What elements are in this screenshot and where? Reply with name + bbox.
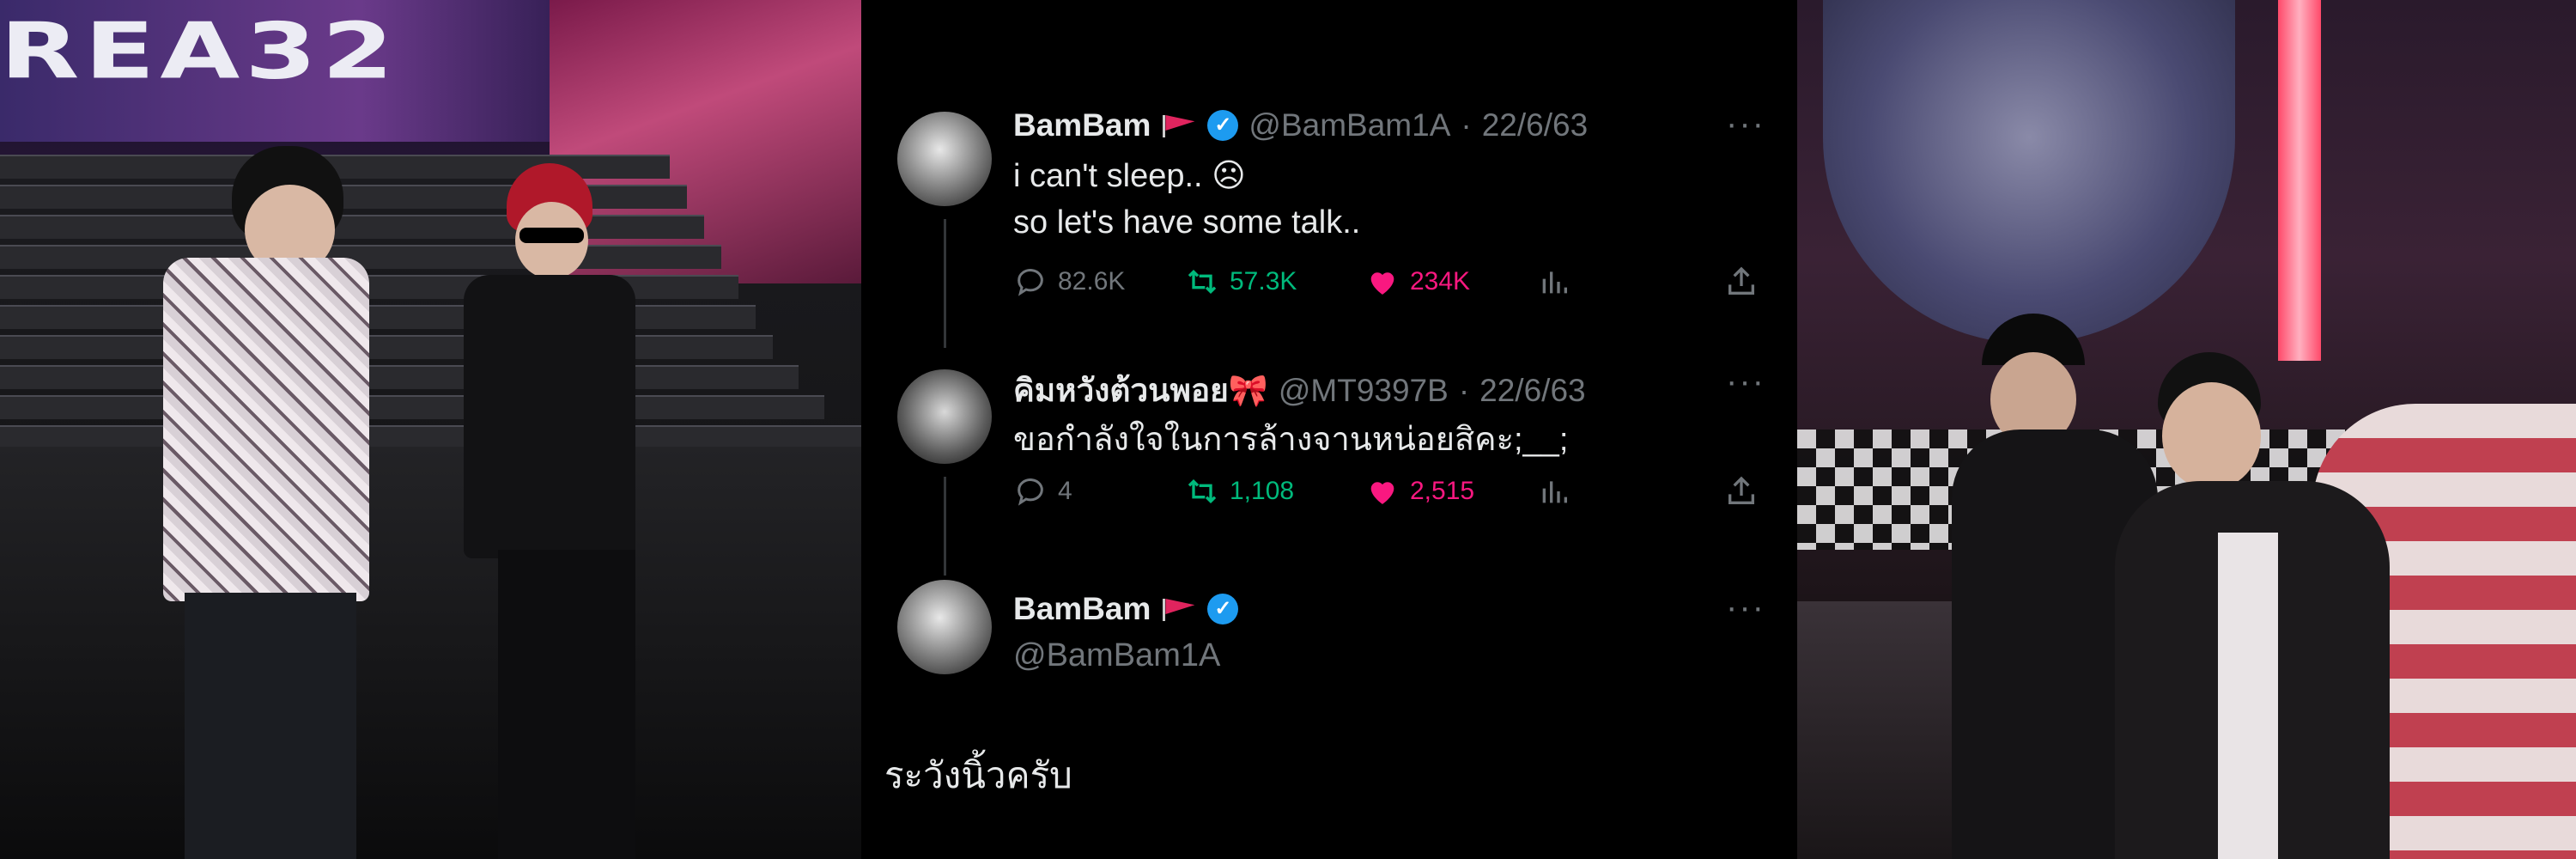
stage-step [0, 425, 861, 449]
tweet-header: คิมหวังต้วนพอย🎀 @MT9397B · 22/6/63 [1013, 365, 1586, 416]
tweet-text: i can't sleep.. ☹ so let's have some tal… [1013, 158, 1361, 241]
like-button[interactable]: 234K [1365, 265, 1470, 299]
bar-chart-icon [1542, 481, 1567, 503]
tweet-header: BamBam ✓ @BamBam1A · 22/6/63 [1013, 107, 1588, 143]
more-icon[interactable]: ··· [1726, 588, 1765, 627]
views-button[interactable] [1537, 474, 1571, 509]
heart-icon [1370, 272, 1394, 295]
stage-step [0, 365, 799, 389]
thread-connector [944, 219, 946, 348]
separator: · [1461, 107, 1472, 143]
handle[interactable]: @BamBam1A [1249, 107, 1450, 143]
white-shirt [2218, 533, 2278, 859]
person-black-outfit [464, 275, 635, 558]
verified-badge-icon: ✓ [1207, 110, 1239, 141]
like-count: 234K [1410, 267, 1471, 295]
retweet-button[interactable]: 1,108 [1185, 474, 1294, 509]
display-name[interactable]: BamBam [1013, 591, 1151, 627]
heart-icon [1370, 482, 1394, 504]
retweet-count: 57.3K [1230, 267, 1297, 295]
speech-bubble-icon [1018, 269, 1043, 296]
sunglasses [519, 228, 584, 243]
red-flag-icon [1161, 597, 1197, 621]
handle[interactable]: @MT9397B [1279, 373, 1449, 409]
verified-badge-icon: ✓ [1207, 594, 1239, 624]
avatar-bambam[interactable] [897, 112, 992, 206]
stage-step [0, 335, 773, 359]
retweet-arrows-icon [1188, 478, 1217, 504]
share-button[interactable] [1724, 474, 1759, 509]
share-upload-icon [1728, 266, 1754, 295]
stage-step [0, 215, 704, 239]
stage-sign: REA32 [0, 0, 601, 142]
tweet-text: ระวังนิ้วครับ [884, 755, 1072, 795]
person-face [2162, 382, 2261, 490]
reply-count: 82.6K [1058, 267, 1126, 295]
stage-backdrop [550, 0, 861, 283]
like-button[interactable]: 2,515 [1365, 474, 1474, 509]
more-icon[interactable]: ··· [1726, 105, 1765, 143]
reply-count: 4 [1058, 477, 1072, 505]
display-name[interactable]: คิมหวังต้วนพอย🎀 [1013, 365, 1268, 416]
avatar-bambam[interactable] [897, 580, 992, 674]
reply-button[interactable]: 82.6K [1013, 265, 1125, 299]
person-jeans [185, 593, 356, 859]
like-count: 2,515 [1410, 477, 1475, 505]
separator: · [1458, 372, 1470, 408]
dome-window [1823, 0, 2235, 344]
share-upload-icon [1728, 476, 1754, 504]
bar-chart-icon [1542, 271, 1567, 294]
person-black-pants [498, 550, 635, 859]
tweet-date[interactable]: 22/6/63 [1482, 107, 1588, 143]
views-button[interactable] [1537, 265, 1571, 299]
share-button[interactable] [1724, 265, 1759, 299]
left-photo: REA32 [0, 0, 861, 859]
tweet-text: ขอกำลังใจในการล้างจานหน่อยสิคะ;__; [1013, 422, 1569, 458]
reply-button[interactable]: 4 [1013, 474, 1072, 509]
person-patterned-shirt [163, 258, 369, 601]
neon-light [2278, 0, 2321, 361]
tweet-date[interactable]: 22/6/63 [1479, 373, 1585, 409]
tweet-actions: 82.6K 57.3K 234K [1013, 265, 1769, 308]
right-photo [1797, 0, 2576, 859]
display-name[interactable]: BamBam [1013, 107, 1151, 143]
more-icon[interactable]: ··· [1726, 362, 1765, 401]
tweet-header: BamBam ✓ [1013, 591, 1239, 627]
speech-bubble-icon [1018, 478, 1043, 506]
handle[interactable]: @BamBam1A [1013, 637, 1220, 674]
retweet-button[interactable]: 57.3K [1185, 265, 1297, 299]
avatar-mt9397b[interactable] [897, 369, 992, 464]
stage-step [0, 305, 756, 329]
tweet-actions: 4 1,108 2,515 [1013, 474, 1769, 517]
stage-floor [0, 447, 861, 859]
stage-step [0, 395, 824, 419]
thread-connector [944, 477, 946, 576]
retweet-count: 1,108 [1230, 477, 1295, 505]
red-flag-icon [1161, 113, 1197, 137]
stage-sign-text: REA32 [0, 7, 399, 97]
retweet-arrows-icon [1188, 269, 1217, 295]
